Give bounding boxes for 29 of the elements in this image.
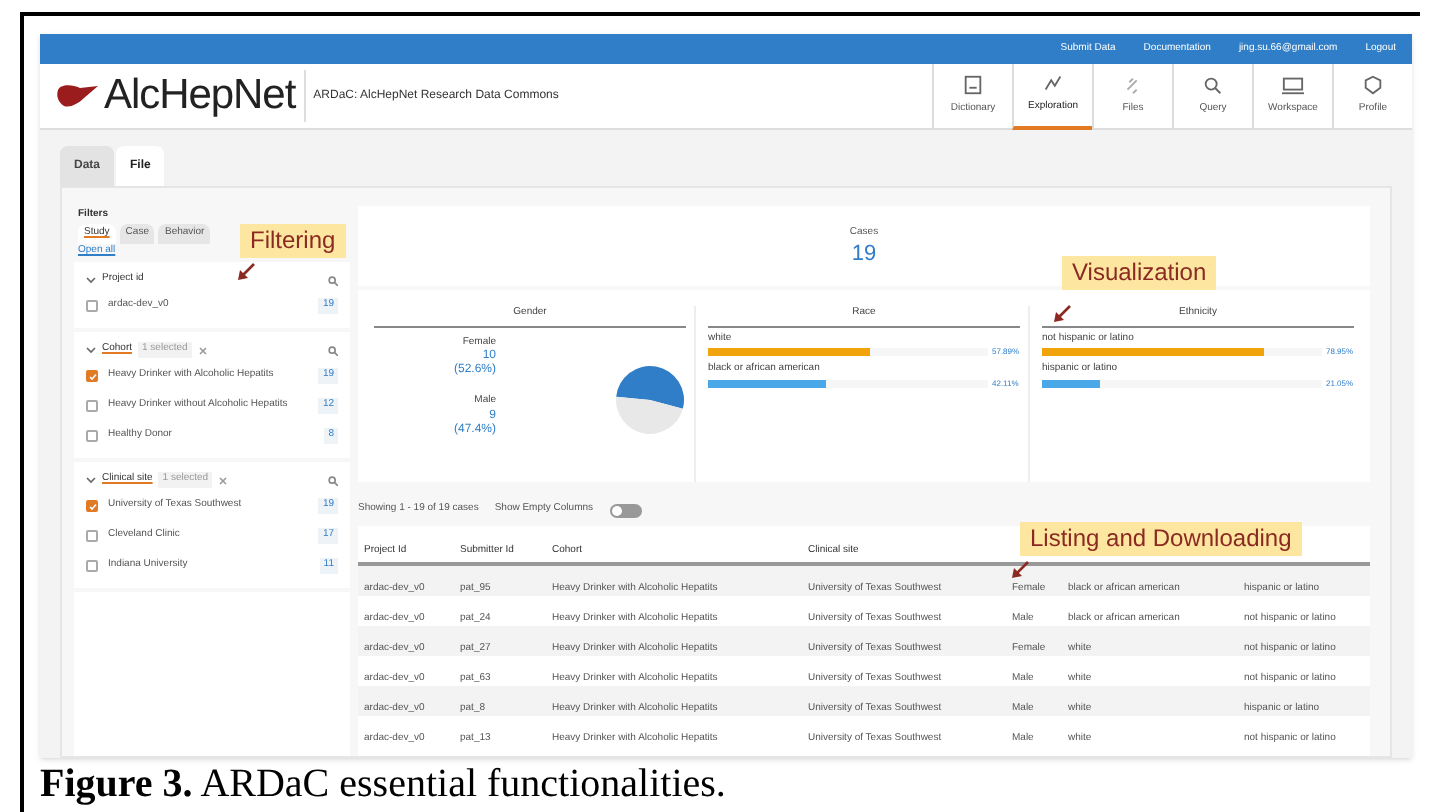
- document-icon: [962, 74, 984, 97]
- checkbox[interactable]: [86, 300, 98, 312]
- chevron-icon[interactable]: [86, 276, 96, 284]
- close-icon[interactable]: [218, 475, 229, 485]
- callout-label: Filtering: [240, 224, 346, 258]
- search-icon[interactable]: [328, 275, 338, 285]
- callout-label: Visualization: [1062, 256, 1217, 290]
- cases-count: 19: [851, 241, 877, 266]
- close-icon[interactable]: [197, 345, 208, 355]
- checkbox[interactable]: [86, 560, 98, 572]
- logo-text: AlcHepNet: [104, 72, 296, 120]
- toggle-switch[interactable]: [609, 503, 642, 517]
- shield-icon: [1362, 74, 1384, 97]
- monitor-icon: [1282, 74, 1304, 97]
- checkbox[interactable]: [86, 400, 98, 412]
- arrow-icon: [236, 262, 256, 282]
- figure-caption: Figure 3. ARDaC essential functionalities.: [40, 760, 726, 808]
- search-icon[interactable]: [328, 345, 338, 355]
- arrow-icon: [1052, 304, 1072, 324]
- checkbox[interactable]: [86, 530, 98, 542]
- search-icon[interactable]: [328, 475, 338, 485]
- chart-icon: [1042, 72, 1064, 95]
- chevron-icon[interactable]: [86, 346, 96, 354]
- search-icon: [1202, 74, 1224, 97]
- chevron-icon[interactable]: [86, 476, 96, 484]
- arrow-icon: [1010, 560, 1030, 580]
- checkbox[interactable]: [86, 430, 98, 442]
- callout-label: Listing and Downloading: [1020, 522, 1302, 556]
- liver-logo-icon: [56, 82, 100, 110]
